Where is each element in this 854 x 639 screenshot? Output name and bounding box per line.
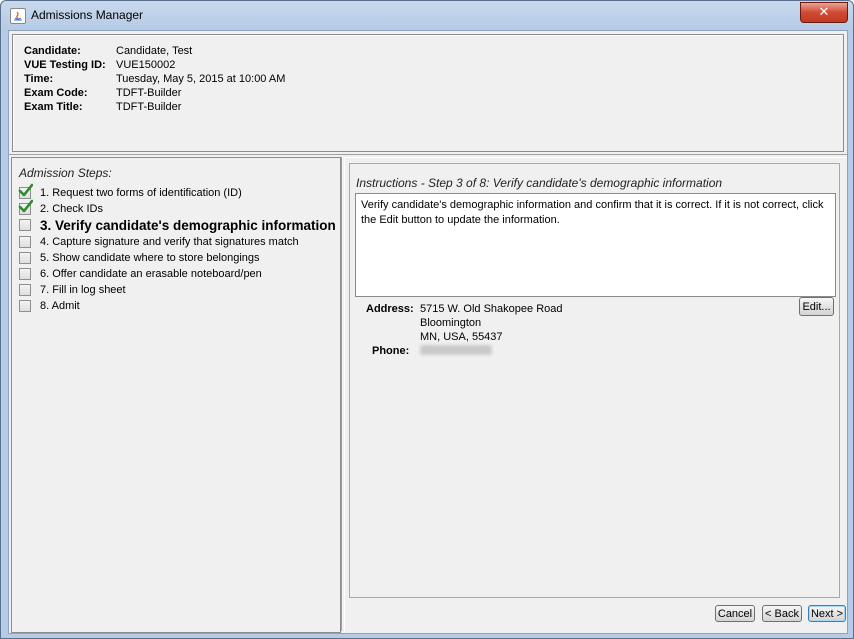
- admission-steps-panel: Admission Steps: 1. Request two forms of…: [11, 157, 341, 633]
- address-line: MN, USA, 55437: [420, 331, 503, 343]
- instructions-title: Instructions - Step 3 of 8: Verify candi…: [356, 176, 723, 190]
- instructions-box: Instructions - Step 3 of 8: Verify candi…: [349, 163, 840, 598]
- step-label: 6. Offer candidate an erasable noteboard…: [40, 268, 262, 280]
- step-checkbox[interactable]: [19, 300, 31, 312]
- info-value: Candidate, Test: [116, 45, 193, 57]
- info-label: Exam Code:: [24, 87, 88, 99]
- step-item[interactable]: 2. Check IDs: [18, 199, 103, 217]
- step-checkbox[interactable]: [18, 183, 33, 199]
- step-checkbox[interactable]: [18, 199, 33, 215]
- step-item[interactable]: 5. Show candidate where to store belongi…: [19, 250, 260, 266]
- address-label: Address:: [366, 303, 414, 315]
- step-item[interactable]: 6. Offer candidate an erasable noteboard…: [19, 266, 262, 282]
- instructions-panel: Instructions - Step 3 of 8: Verify candi…: [345, 157, 846, 631]
- window-content: Candidate: Candidate, Test VUE Testing I…: [8, 30, 848, 634]
- step-checkbox[interactable]: [19, 284, 31, 296]
- title-bar[interactable]: Admissions Manager ✕: [1, 1, 853, 29]
- info-label: VUE Testing ID:: [24, 59, 106, 71]
- step-checkbox[interactable]: [19, 268, 31, 280]
- address-line: Bloomington: [420, 317, 482, 329]
- step-label: 3. Verify candidate's demographic inform…: [40, 217, 336, 233]
- step-checkbox[interactable]: [19, 236, 31, 248]
- info-label: Time:: [24, 73, 54, 85]
- info-value: VUE150002: [116, 59, 176, 71]
- step-label: 7. Fill in log sheet: [40, 284, 126, 296]
- next-button[interactable]: Next >: [808, 605, 846, 622]
- java-app-icon: [10, 8, 26, 24]
- step-label: 4. Capture signature and verify that sig…: [40, 236, 299, 248]
- step-item[interactable]: 4. Capture signature and verify that sig…: [19, 234, 299, 250]
- info-label: Exam Title:: [24, 101, 83, 113]
- info-value: TDFT-Builder: [116, 101, 182, 113]
- candidate-info-panel: Candidate: Candidate, Test VUE Testing I…: [12, 34, 844, 152]
- step-label: 1. Request two forms of identification (…: [40, 187, 242, 199]
- phone-value-redacted: [420, 345, 492, 355]
- checkmark-icon: [18, 183, 33, 197]
- info-value: TDFT-Builder: [116, 87, 182, 99]
- checkmark-icon: [18, 199, 33, 213]
- step-label: 5. Show candidate where to store belongi…: [40, 252, 260, 264]
- step-label: 8. Admit: [40, 300, 80, 312]
- info-label: Candidate:: [24, 45, 81, 57]
- info-value: Tuesday, May 5, 2015 at 10:00 AM: [116, 73, 286, 85]
- steps-panel-title: Admission Steps:: [19, 166, 112, 180]
- phone-label: Phone:: [372, 345, 410, 357]
- instructions-text-area[interactable]: Verify candidate's demographic informati…: [355, 193, 836, 297]
- step-item[interactable]: 8. Admit: [19, 298, 80, 314]
- close-icon: ✕: [818, 5, 830, 20]
- step-item-current[interactable]: 3. Verify candidate's demographic inform…: [19, 217, 336, 233]
- back-button[interactable]: < Back: [762, 605, 802, 622]
- address-line: 5715 W. Old Shakopee Road: [420, 303, 563, 315]
- step-item[interactable]: 1. Request two forms of identification (…: [18, 183, 242, 201]
- window-title: Admissions Manager: [31, 8, 144, 22]
- edit-button[interactable]: Edit...: [799, 297, 834, 316]
- close-button[interactable]: ✕: [800, 2, 848, 23]
- step-label: 2. Check IDs: [40, 203, 103, 215]
- step-item[interactable]: 7. Fill in log sheet: [19, 282, 126, 298]
- step-checkbox[interactable]: [19, 252, 31, 264]
- admissions-window: Admissions Manager ✕ Candidate: Candidat…: [0, 0, 854, 639]
- cancel-button[interactable]: Cancel: [715, 605, 755, 622]
- step-checkbox[interactable]: [19, 219, 31, 231]
